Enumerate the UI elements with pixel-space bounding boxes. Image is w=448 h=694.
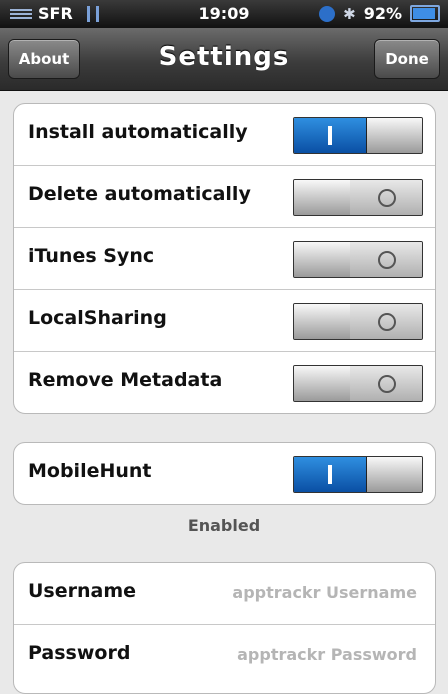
navigation-bar: About Settings Done (0, 28, 448, 91)
settings-group: Install automatically Delete automatical… (13, 103, 436, 414)
setting-label: MobileHunt (28, 460, 152, 482)
password-label: Password (28, 642, 131, 664)
setting-row-install: Install automatically (14, 104, 435, 166)
username-row[interactable]: Username apptrackr Username (14, 563, 435, 625)
install-automatically-toggle[interactable] (293, 117, 423, 154)
localsharing-toggle[interactable] (293, 303, 423, 340)
battery-icon (410, 5, 440, 22)
setting-label: Delete automatically (28, 183, 251, 205)
setting-row-metadata: Remove Metadata (14, 352, 435, 413)
setting-label: Remove Metadata (28, 369, 223, 391)
itunes-sync-toggle[interactable] (293, 241, 423, 278)
username-label: Username (28, 580, 137, 602)
setting-label: Install automatically (28, 121, 248, 143)
setting-label: iTunes Sync (28, 245, 155, 267)
remove-metadata-toggle[interactable] (293, 365, 423, 402)
setting-row-mobilehunt: MobileHunt (14, 443, 435, 504)
mobilehunt-status: Enabled (187, 516, 261, 535)
mobilehunt-toggle[interactable] (293, 456, 423, 493)
mobilehunt-group: MobileHunt (13, 442, 436, 505)
delete-automatically-toggle[interactable] (293, 179, 423, 216)
bluetooth-icon: ✱ (343, 4, 356, 23)
battery-percent: 92% (363, 4, 402, 23)
status-right: ✱ 92% (319, 4, 440, 23)
account-group: Username apptrackr Username Password app… (13, 562, 436, 694)
status-bar: SFR 19:09 ✱ 92% (0, 0, 448, 28)
done-button[interactable]: Done (374, 39, 440, 79)
setting-row-itunes: iTunes Sync (14, 228, 435, 290)
username-input[interactable]: apptrackr Username (232, 583, 417, 602)
setting-label: LocalSharing (28, 307, 167, 329)
setting-row-delete: Delete automatically (14, 166, 435, 228)
password-row[interactable]: Password apptrackr Password (14, 625, 435, 686)
password-input[interactable]: apptrackr Password (237, 645, 417, 664)
setting-row-localsharing: LocalSharing (14, 290, 435, 352)
rotation-lock-icon (319, 5, 336, 22)
